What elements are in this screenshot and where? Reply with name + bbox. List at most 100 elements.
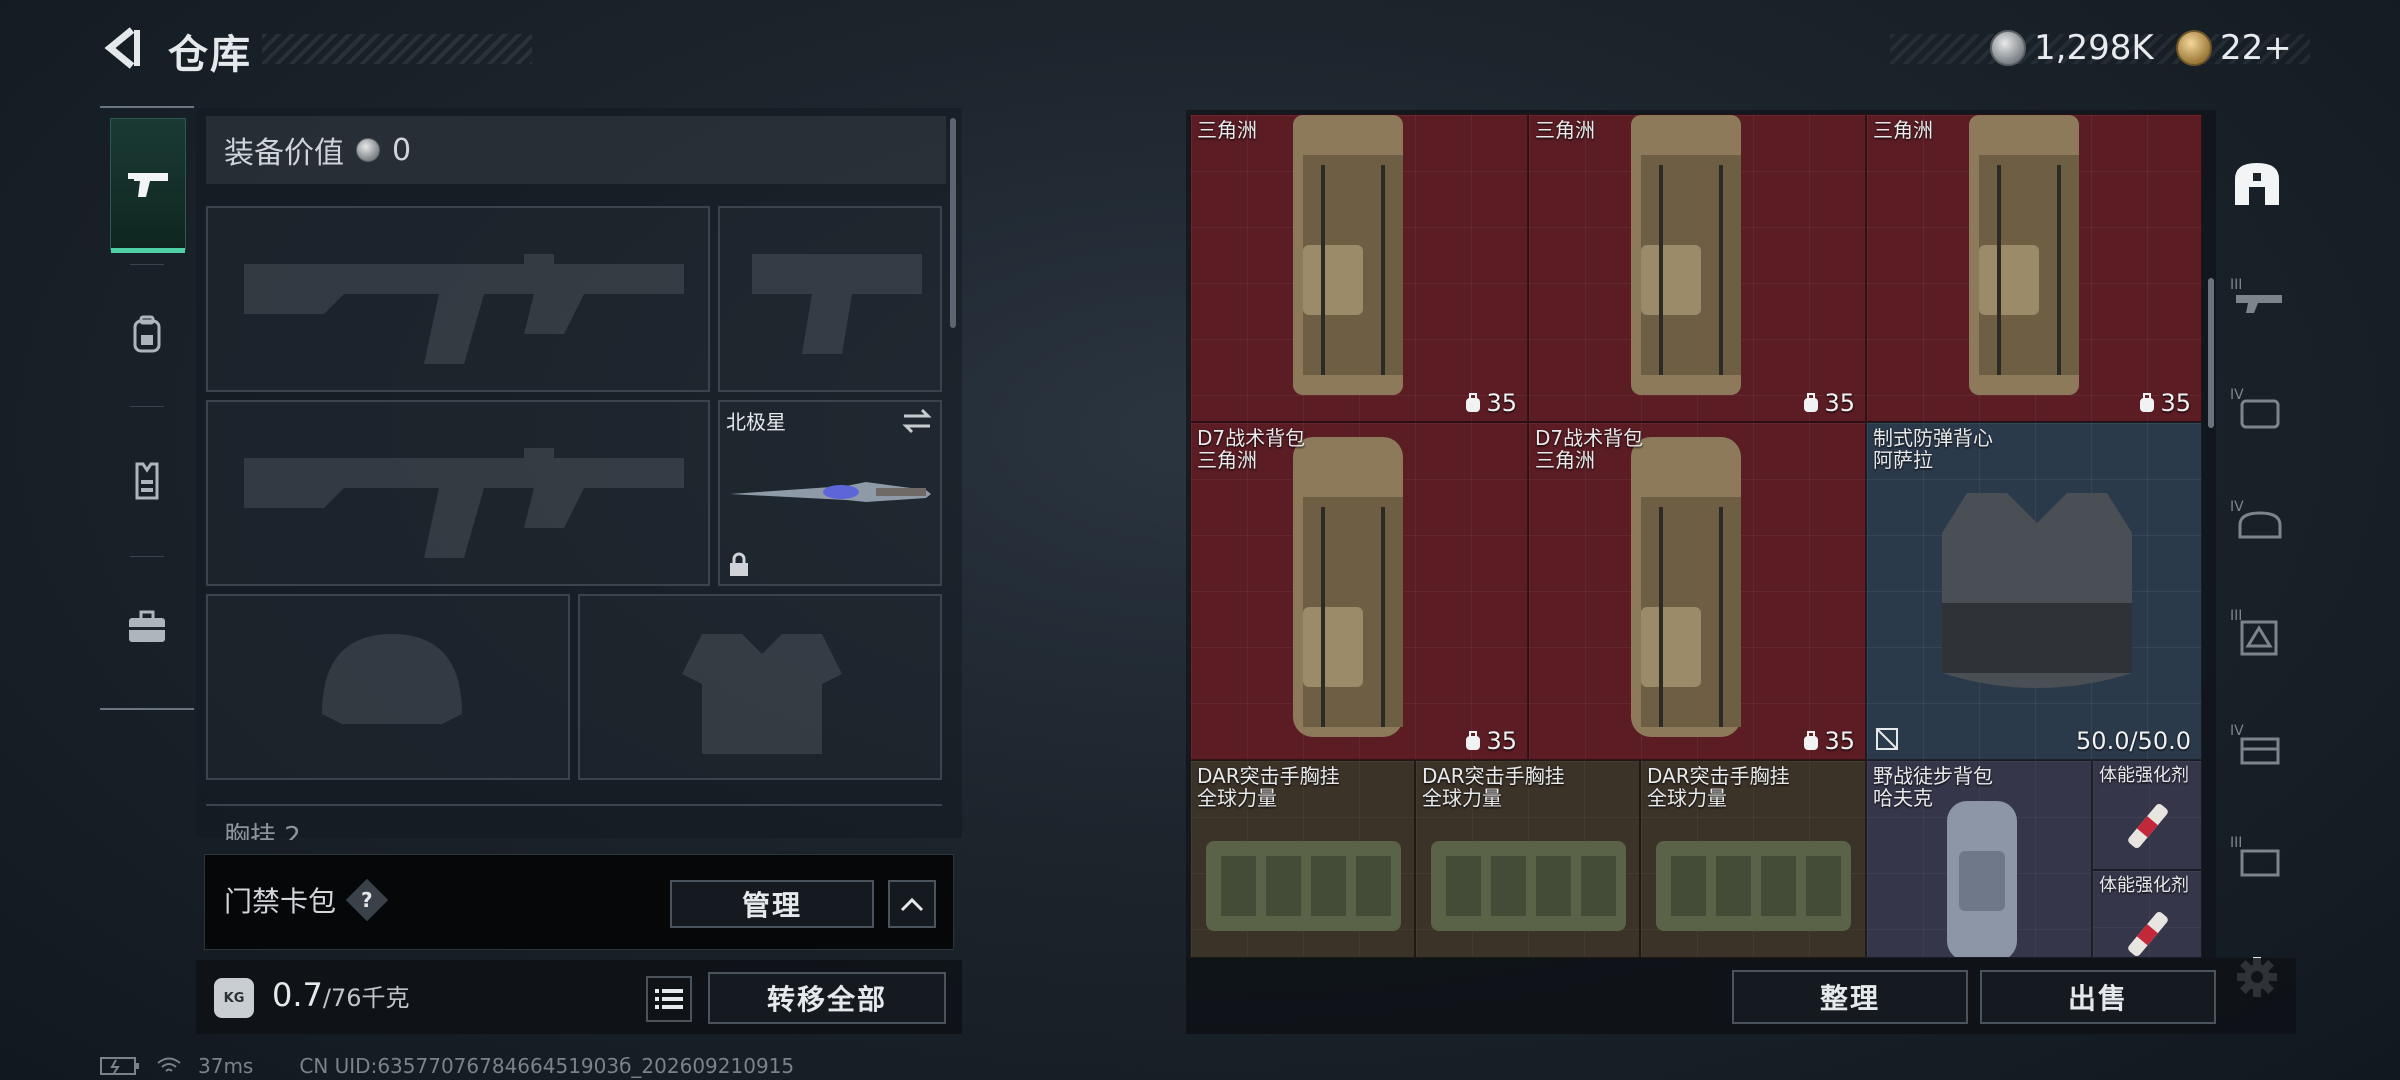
gold-amount: 22+	[2220, 28, 2292, 68]
keycard-label: 门禁卡包	[224, 885, 337, 918]
category-weapons[interactable]: III	[2224, 262, 2290, 328]
stash-item[interactable]: 制式防弹背心 阿萨拉 50.0/50.0	[1866, 422, 2202, 760]
battery-icon	[100, 1057, 139, 1075]
capacity-badge: 35	[1464, 727, 1517, 755]
sell-button[interactable]: 出售	[1980, 970, 2216, 1024]
tactical-backpack-icon	[1293, 115, 1403, 395]
capacity-badge: 35	[1464, 389, 1517, 417]
svg-text:IV: IV	[2230, 499, 2244, 515]
category-all[interactable]	[2224, 150, 2290, 216]
equipment-nav	[100, 106, 194, 712]
bag-capacity-icon	[1804, 731, 1819, 750]
silver-currency: 1,298K	[1990, 26, 2154, 70]
stim-injector-icon	[2128, 911, 2168, 957]
weapon-category-icon: III	[2230, 277, 2282, 313]
weight-icon: KG	[214, 978, 254, 1018]
tactical-backpack-icon	[1631, 437, 1741, 737]
ammo-category-icon: III	[2230, 835, 2280, 877]
body-armor-icon	[1942, 493, 2132, 688]
lock-icon	[730, 552, 748, 576]
stash-item[interactable]: D7战术背包 三角洲 35	[1528, 422, 1866, 760]
bag-capacity-icon	[1466, 731, 1481, 750]
tactical-backpack-icon	[1969, 115, 2079, 395]
armor-slot[interactable]	[578, 594, 942, 780]
tactical-backpack-icon	[1631, 115, 1741, 395]
capacity-badge: 35	[2138, 389, 2191, 417]
silver-amount: 1,298K	[2034, 28, 2154, 68]
stash-item[interactable]: 体能强化剂	[2092, 760, 2202, 870]
stash-item[interactable]: 三角洲 35	[1866, 114, 2202, 422]
stash-grid: 三角洲 35 三角洲 35 三角洲 35 D7战术背包 三角洲 35 D7战术背…	[1190, 114, 2202, 958]
sort-button[interactable]: 整理	[1732, 970, 1968, 1024]
svg-text:IV: IV	[2230, 723, 2244, 739]
stash-item[interactable]: D7战术背包 三角洲 35	[1190, 422, 1528, 760]
wifi-icon	[157, 1057, 181, 1072]
list-view-button[interactable]	[646, 976, 692, 1022]
chest-rig-icon	[1656, 841, 1851, 931]
pistol-silhouette-icon	[752, 254, 922, 354]
capacity-badge: 35	[1802, 389, 1855, 417]
equipment-scrollbar[interactable]	[950, 118, 956, 328]
helmet-slot[interactable]	[206, 594, 570, 780]
page-title: 仓库	[168, 32, 252, 78]
stash-item[interactable]: 三角洲 35	[1528, 114, 1866, 422]
nav-divider	[100, 708, 194, 710]
stash-scrollbar[interactable]	[2208, 278, 2214, 428]
silver-coin-icon	[1990, 30, 2026, 66]
nav-item-backpack[interactable]	[110, 270, 184, 400]
melee-slot-name: 北极星	[726, 410, 786, 434]
rig-category-icon: IV	[2230, 723, 2280, 765]
stash-item[interactable]: DAR突击手胸挂 全球力量	[1415, 760, 1640, 958]
secondary-weapon-slot[interactable]	[206, 400, 710, 586]
melee-slot[interactable]: 北极星	[718, 400, 942, 586]
nav-item-vest[interactable]	[110, 416, 184, 546]
keycard-label-group: 门禁卡包 ?	[224, 878, 389, 922]
manage-button[interactable]: 管理	[670, 880, 874, 928]
back-button[interactable]	[98, 24, 146, 72]
stash-item[interactable]: DAR突击手胸挂 全球力量	[1640, 760, 1866, 958]
capacity-badge: 35	[1802, 727, 1855, 755]
vest-icon	[135, 462, 159, 500]
category-backpacks[interactable]: III	[2224, 598, 2290, 664]
nav-item-weapons[interactable]	[110, 118, 186, 253]
svg-text:III: III	[2230, 277, 2242, 293]
silver-coin-icon	[356, 138, 380, 162]
category-armor[interactable]: IV	[2224, 374, 2290, 440]
help-icon[interactable]: ?	[345, 878, 389, 922]
transfer-all-button[interactable]: 转移全部	[708, 972, 946, 1024]
stash-item[interactable]: DAR突击手胸挂 全球力量	[1190, 760, 1415, 958]
user-uid: CN UID:6357707678466451903б_202609210915	[299, 1054, 795, 1078]
armor-silhouette-icon	[682, 634, 842, 754]
gold-currency: 22+	[2176, 26, 2292, 70]
stash-item[interactable]: 体能强化剂	[2092, 870, 2202, 958]
category-ammo[interactable]: III	[2224, 822, 2290, 888]
stim-injector-icon	[2128, 803, 2168, 849]
durability-readout: 50.0/50.0	[2076, 727, 2191, 755]
backpack-category-icon: III	[2230, 608, 2278, 656]
swap-icon[interactable]	[902, 408, 932, 434]
svg-text:IV: IV	[2230, 387, 2244, 403]
pistol-slot[interactable]	[718, 206, 942, 392]
rifle-silhouette-icon	[244, 448, 684, 558]
nav-item-toolbox[interactable]	[110, 562, 184, 692]
weight-value: 0.7	[272, 976, 323, 1014]
all-items-icon	[2235, 163, 2279, 205]
helmet-category-icon: IV	[2230, 499, 2282, 539]
weight-readout: 0.7/76千克	[272, 976, 410, 1014]
backpack-icon	[133, 315, 161, 353]
chest-rig-icon	[1431, 841, 1626, 931]
primary-weapon-slot[interactable]	[206, 206, 710, 392]
equipment-value-label: 装备价值	[224, 136, 344, 171]
toolbox-icon	[129, 610, 165, 642]
chevron-up-icon	[900, 897, 924, 912]
collapse-button[interactable]	[888, 880, 936, 928]
equipment-value-bar: 装备价值 0	[206, 116, 946, 184]
stash-item[interactable]: 三角洲 35	[1190, 114, 1528, 422]
helmet-silhouette-icon	[322, 634, 462, 724]
armor-category-icon: IV	[2230, 387, 2280, 429]
stash-item[interactable]: 野战徒步背包 哈夫克	[1866, 760, 2092, 958]
category-rigs[interactable]: IV	[2224, 710, 2290, 776]
bag-capacity-icon	[1804, 393, 1819, 412]
category-helmets[interactable]: IV	[2224, 486, 2290, 552]
chest-rig-icon	[1206, 841, 1401, 931]
